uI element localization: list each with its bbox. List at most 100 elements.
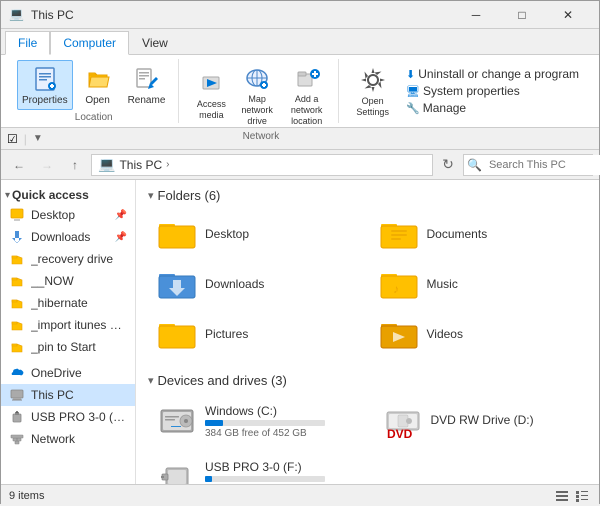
rename-button[interactable]: Rename: [123, 60, 171, 110]
sidebar-now-label: __NOW: [31, 274, 127, 288]
downloads-pin: 📌: [115, 232, 127, 243]
folder-videos-icon: [379, 316, 419, 352]
quick-checkbox[interactable]: ☑: [7, 132, 18, 146]
folder-videos-name: Videos: [427, 327, 463, 341]
search-box: 🔍: [463, 154, 593, 176]
folder-item-music[interactable]: ♪ Music: [370, 261, 588, 307]
sidebar-usb-label: USB PRO 3-0 (F:): [31, 410, 127, 424]
this-pc-icon: [9, 387, 25, 403]
folders-title: Folders (6): [158, 188, 221, 203]
sidebar: ▾ Quick access Desktop 📌 Downloads 📌: [1, 180, 136, 484]
devices-arrow[interactable]: ▾: [148, 374, 154, 387]
properties-label: Properties: [22, 95, 68, 107]
back-button[interactable]: ←: [7, 154, 31, 176]
folder-item-documents[interactable]: Documents: [370, 211, 588, 257]
access-media-icon: [195, 67, 227, 99]
address-breadcrumb[interactable]: 💻 This PC ›: [91, 154, 433, 176]
open-settings-button[interactable]: OpenSettings: [351, 61, 394, 121]
item-count: 9 items: [9, 490, 44, 502]
ribbon-group-system: OpenSettings ⬇ Uninstall or change a pro…: [343, 59, 591, 123]
sidebar-item-usb[interactable]: USB PRO 3-0 (F:): [1, 406, 135, 428]
system-properties-link[interactable]: 🖥 System properties: [402, 83, 583, 99]
folder-documents-icon: [379, 216, 419, 252]
tab-file[interactable]: File: [5, 31, 50, 55]
maximize-button[interactable]: □: [499, 1, 545, 29]
map-drive-icon: [241, 62, 273, 94]
folder-item-videos[interactable]: Videos: [370, 311, 588, 357]
folder-music-name: Music: [427, 277, 458, 291]
close-button[interactable]: ✕: [545, 1, 591, 29]
folder-item-downloads[interactable]: Downloads: [148, 261, 366, 307]
quick-access-title: Quick access: [12, 188, 89, 202]
folder-item-pictures[interactable]: Pictures: [148, 311, 366, 357]
minimize-button[interactable]: ─: [453, 1, 499, 29]
breadcrumb-icon: 💻: [98, 156, 115, 173]
location-label: Location: [75, 112, 113, 123]
downloads-icon: [9, 229, 25, 245]
sidebar-item-recovery[interactable]: _recovery drive: [1, 248, 135, 270]
quick-bar-separator: |: [24, 132, 27, 146]
quick-access-header[interactable]: ▾ Quick access: [1, 184, 135, 204]
forward-button[interactable]: →: [35, 154, 59, 176]
map-drive-label: Map networkdrive: [240, 94, 274, 126]
sidebar-desktop-label: Desktop: [31, 208, 113, 222]
uninstall-link[interactable]: ⬇ Uninstall or change a program: [402, 66, 583, 82]
status-bar: 9 items: [1, 484, 599, 506]
view-list-button[interactable]: [553, 487, 571, 505]
sidebar-item-desktop[interactable]: Desktop 📌: [1, 204, 135, 226]
sidebar-item-onedrive[interactable]: OneDrive: [1, 362, 135, 384]
ribbon-group-location: Properties Open: [9, 59, 179, 123]
add-location-label: Add a networklocation: [288, 94, 325, 126]
map-drive-button[interactable]: Map networkdrive: [235, 59, 279, 129]
folder-music-icon: ♪: [379, 266, 419, 302]
access-media-button[interactable]: Accessmedia: [191, 64, 231, 124]
sidebar-hibernate-label: _hibernate: [31, 296, 127, 310]
sidebar-item-now[interactable]: __NOW: [1, 270, 135, 292]
sidebar-item-downloads[interactable]: Downloads 📌: [1, 226, 135, 248]
quick-access-arrow: ▾: [5, 190, 10, 201]
folders-arrow[interactable]: ▾: [148, 189, 154, 202]
manage-link[interactable]: 🔧 Manage: [402, 100, 583, 116]
folder-item-desktop[interactable]: Desktop: [148, 211, 366, 257]
properties-button[interactable]: Properties: [17, 60, 73, 110]
network-items: Accessmedia Map networkdrive: [191, 59, 330, 129]
quick-bar-arrow[interactable]: ▼: [33, 133, 43, 144]
device-item-usb[interactable]: USB PRO 3-0 (F:) 54.3 GB free of 57.6 GB: [148, 452, 587, 484]
device-usb-info: USB PRO 3-0 (F:) 54.3 GB free of 57.6 GB: [205, 460, 578, 485]
recovery-icon: [9, 251, 25, 267]
open-button[interactable]: Open: [77, 60, 119, 110]
address-bar: ← → ↑ 💻 This PC › ↻ 🔍: [1, 150, 599, 180]
sidebar-item-hibernate[interactable]: _hibernate: [1, 292, 135, 314]
folder-pictures-icon: [157, 316, 197, 352]
usb-drive-icon: [9, 409, 25, 425]
device-c-name: Windows (C:): [205, 404, 353, 418]
device-item-c[interactable]: Windows (C:) 384 GB free of 452 GB: [148, 396, 362, 446]
refresh-button[interactable]: ↻: [437, 154, 459, 176]
network-icon: [9, 431, 25, 447]
folder-desktop-icon: [157, 216, 197, 252]
sidebar-recovery-label: _recovery drive: [31, 252, 127, 266]
sidebar-itunes-label: _import itunes groo: [31, 318, 127, 332]
ribbon-group-network: Accessmedia Map networkdrive: [183, 59, 339, 123]
system-side-items: ⬇ Uninstall or change a program 🖥 System…: [402, 66, 583, 116]
sidebar-this-pc-label: This PC: [31, 388, 127, 402]
sidebar-item-this-pc[interactable]: This PC: [1, 384, 135, 406]
tab-computer[interactable]: Computer: [50, 31, 129, 55]
rename-icon: [130, 63, 162, 95]
sidebar-item-pin-to-start[interactable]: _pin to Start: [1, 336, 135, 358]
open-label: Open: [85, 95, 109, 107]
title-bar: 💻 This PC ─ □ ✕: [1, 1, 599, 29]
content-area: ▾ Folders (6) Desktop: [136, 180, 599, 484]
device-item-dvd[interactable]: DVD DVD RW Drive (D:): [374, 396, 588, 446]
up-button[interactable]: ↑: [63, 154, 87, 176]
device-usb-size: 54.3 GB free of 57.6 GB: [205, 484, 578, 485]
sidebar-item-itunes[interactable]: _import itunes groo: [1, 314, 135, 336]
view-details-button[interactable]: [573, 487, 591, 505]
add-location-button[interactable]: Add a networklocation: [283, 59, 330, 129]
sidebar-item-network[interactable]: Network: [1, 428, 135, 450]
hibernate-icon: [9, 295, 25, 311]
add-location-icon: [291, 62, 323, 94]
tab-view[interactable]: View: [129, 31, 181, 54]
quick-access-bar: ☑ | ▼: [1, 128, 599, 150]
search-input[interactable]: [485, 155, 600, 175]
